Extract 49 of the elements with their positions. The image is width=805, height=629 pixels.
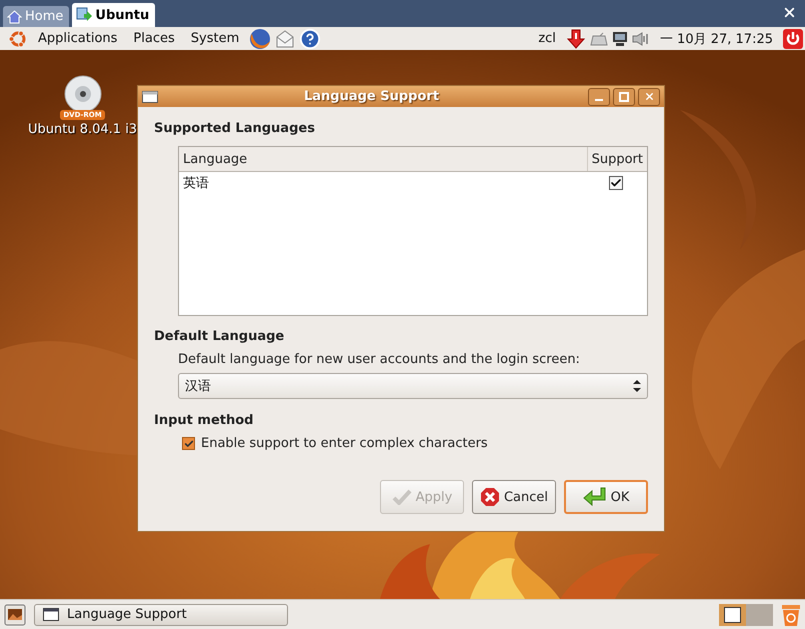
checkbox-label[interactable]: Enable support to enter complex characters: [201, 436, 488, 451]
power-icon[interactable]: [783, 28, 803, 48]
section-heading: Input method: [154, 413, 254, 428]
enter-arrow-icon: [582, 487, 607, 507]
globe-fox-icon[interactable]: [249, 28, 272, 50]
table-cell-text: 英语: [182, 175, 210, 192]
column-header[interactable]: Language: [179, 147, 587, 171]
menu-item[interactable]: System: [184, 31, 246, 46]
ubuntu-logo-icon[interactable]: [8, 28, 28, 48]
desktop-icon-label[interactable]: Ubuntu 8.04.1 i3: [28, 122, 138, 137]
column-header[interactable]: Support: [586, 147, 647, 171]
close-button[interactable]: [638, 88, 660, 106]
minimize-button[interactable]: [588, 88, 610, 106]
trash-icon[interactable]: [781, 602, 801, 626]
maximize-button[interactable]: [613, 88, 635, 106]
speaker-icon[interactable]: [632, 32, 650, 46]
workspace-switcher-cell[interactable]: [746, 604, 773, 626]
ok-button[interactable]: OK: [564, 480, 648, 514]
minimize-icon: [595, 98, 603, 100]
dialog-title: Language Support: [302, 89, 440, 104]
browser-tab[interactable]: Ubuntu: [72, 3, 156, 27]
up-down-arrows-icon: [633, 379, 641, 393]
workspace-switcher-cell[interactable]: [719, 604, 746, 626]
window-icon: [43, 608, 59, 621]
monitor-icon[interactable]: [612, 30, 628, 46]
user-name[interactable]: zcl: [538, 31, 556, 46]
menu-item[interactable]: Places: [127, 31, 181, 46]
clock[interactable]: 一 10月 27, 17:25: [660, 30, 773, 48]
maximize-icon: [619, 92, 629, 102]
section-heading: Supported Languages: [154, 121, 316, 136]
help-icon[interactable]: [299, 28, 322, 50]
window-arrow-icon: [76, 7, 92, 23]
menu-item[interactable]: Applications: [32, 31, 124, 46]
taskbar-button[interactable]: Language Support: [34, 604, 288, 626]
envelope-icon[interactable]: [275, 28, 296, 48]
cancel-icon: [480, 487, 500, 507]
checkbox[interactable]: [609, 176, 623, 190]
show-desktop-icon[interactable]: [4, 604, 26, 626]
house-icon: [7, 10, 22, 24]
close-icon: [644, 91, 654, 102]
down-arrow-alert-icon[interactable]: [566, 28, 586, 48]
language-dropdown[interactable]: 汉语: [178, 373, 648, 399]
check-icon: [392, 489, 412, 505]
field-description: Default language for new user accounts and the login screen:: [178, 352, 581, 367]
window-menu-icon[interactable]: [142, 90, 158, 102]
close-icon[interactable]: [782, 5, 797, 20]
section-heading: Default Language: [154, 329, 286, 344]
cancel-button[interactable]: Cancel: [472, 480, 556, 514]
checkbox[interactable]: [182, 437, 195, 450]
